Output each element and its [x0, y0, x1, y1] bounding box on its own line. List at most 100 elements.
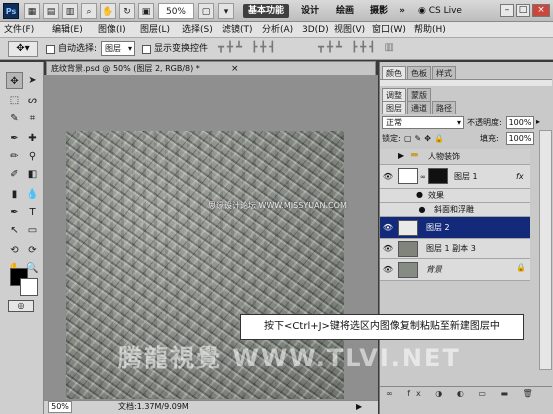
- layers-scrollbar[interactable]: [539, 130, 552, 370]
- document-tab-close-icon[interactable]: ×: [231, 63, 239, 75]
- tab-adjustments[interactable]: 调整: [382, 88, 406, 101]
- tab-color[interactable]: 颜色: [382, 66, 406, 79]
- tab-masks[interactable]: 蒙版: [407, 88, 431, 101]
- status-arrow-icon[interactable]: ▶: [356, 402, 362, 411]
- zoom-input[interactable]: 50%: [48, 401, 72, 413]
- minimize-button[interactable]: –: [500, 4, 514, 17]
- menu-filter[interactable]: 滤镜(T): [222, 23, 253, 37]
- move-tool-icon[interactable]: ✥: [6, 72, 23, 89]
- background-color[interactable]: [20, 278, 38, 296]
- menu-select[interactable]: 选择(S): [182, 23, 213, 37]
- tab-channels[interactable]: 通道: [407, 101, 431, 114]
- extras-icon[interactable]: ▾: [218, 3, 234, 19]
- arrange-icon[interactable]: ▣: [138, 3, 154, 19]
- menu-image[interactable]: 图像(I): [98, 23, 126, 37]
- clone-stamp-icon[interactable]: ⚲: [24, 148, 41, 165]
- menu-window[interactable]: 窗口(W): [372, 23, 406, 37]
- eye-icon[interactable]: ●: [416, 204, 428, 216]
- workspace-paint[interactable]: 绘画: [330, 4, 360, 18]
- marquee-tool-icon[interactable]: ⬚: [6, 92, 23, 109]
- eraser-icon[interactable]: ◧: [24, 166, 41, 183]
- bridge-icon[interactable]: ▦: [24, 3, 40, 19]
- path-select-icon[interactable]: ↖: [6, 222, 23, 239]
- layer-1[interactable]: 👁 ∞ 图层 1 fx: [380, 165, 530, 189]
- lock-icons[interactable]: ▢✎✥🔒: [404, 133, 447, 144]
- tab-swatches[interactable]: 色板: [407, 66, 431, 79]
- menu-view[interactable]: 视图(V): [334, 23, 365, 37]
- workspace-photo[interactable]: 摄影: [364, 4, 394, 18]
- expand-arrow-icon[interactable]: ▶: [398, 151, 404, 160]
- opacity-input[interactable]: 100%: [506, 116, 534, 129]
- hand-icon[interactable]: ✋: [100, 3, 116, 19]
- menu-layer[interactable]: 图层(L): [140, 23, 170, 37]
- layer-name: 人物装饰: [428, 152, 460, 161]
- restore-button[interactable]: □: [516, 4, 530, 17]
- move-arrow-icon[interactable]: ➤: [24, 72, 41, 89]
- menu-file[interactable]: 文件(F): [4, 23, 34, 37]
- layer-group-people[interactable]: ▶ ▬ 人物装饰: [380, 149, 530, 165]
- layer-name: 图层 1: [454, 172, 478, 181]
- layers-footer-buttons[interactable]: ∞ fx ◑ ◐ ▭ ▬ 🗑: [380, 386, 552, 400]
- document-tab-title: 底纹背景.psd @ 50% (图层 2, RGB/8) *: [51, 64, 200, 73]
- fx-icon[interactable]: fx: [516, 170, 524, 184]
- menu-3d[interactable]: 3D(D): [302, 23, 329, 37]
- blend-mode-value: 正常: [386, 118, 402, 127]
- layer-2[interactable]: 👁 图层 2: [380, 217, 530, 239]
- tab-layers[interactable]: 图层: [382, 101, 406, 114]
- effects-header[interactable]: ● 效果: [380, 189, 530, 203]
- pen-tool-icon[interactable]: ✒: [6, 204, 23, 221]
- blend-mode-select[interactable]: 正常 ▾: [382, 116, 464, 129]
- menu-edit[interactable]: 编辑(E): [52, 23, 83, 37]
- show-transform-checkbox[interactable]: [142, 45, 151, 54]
- effect-bevel-emboss[interactable]: ● 斜面和浮雕: [380, 203, 530, 217]
- tool-preset-picker[interactable]: ✥▾: [8, 41, 38, 57]
- tab-styles[interactable]: 样式: [432, 66, 456, 79]
- minibridge-icon[interactable]: ▤: [43, 3, 59, 19]
- crop-tool-icon[interactable]: ⌗: [24, 110, 41, 127]
- auto-select-dropdown[interactable]: 图层 ▾: [101, 41, 135, 56]
- brush-tool-icon[interactable]: ✏: [6, 148, 23, 165]
- type-tool-icon[interactable]: T: [24, 204, 41, 221]
- layer-1-copy-3[interactable]: 👁 图层 1 副本 3: [380, 239, 530, 259]
- eye-icon[interactable]: 👁: [382, 243, 394, 255]
- zoom-icon[interactable]: ⌕: [81, 3, 97, 19]
- lasso-tool-icon[interactable]: ᔕ: [24, 92, 41, 109]
- cs-live-label: CS Live: [428, 6, 462, 16]
- more-workspaces-icon[interactable]: »: [396, 4, 408, 18]
- quick-mask-icon[interactable]: ◎: [8, 300, 34, 312]
- screen-mode-icon[interactable]: ▢: [198, 3, 214, 19]
- eye-icon[interactable]: [382, 151, 394, 163]
- fill-input[interactable]: 100%: [506, 132, 534, 145]
- shape-tool-icon[interactable]: ▭: [24, 222, 41, 239]
- menu-help[interactable]: 帮助(H): [414, 23, 446, 37]
- eye-icon[interactable]: 👁: [382, 171, 394, 183]
- 3d-rotate-icon[interactable]: ⟲: [6, 242, 23, 259]
- distribute-buttons[interactable]: ┳╋┻ ┣╋┫ ▥: [318, 42, 397, 53]
- quick-select-icon[interactable]: ✎: [6, 110, 23, 127]
- healing-brush-icon[interactable]: ✚: [24, 130, 41, 147]
- close-button[interactable]: ×: [532, 4, 550, 17]
- 3d-camera-icon[interactable]: ⟳: [24, 242, 41, 259]
- menu-analysis[interactable]: 分析(A): [262, 23, 293, 37]
- eye-icon[interactable]: 👁: [382, 222, 394, 234]
- opacity-chevron-icon[interactable]: ▸: [536, 117, 540, 126]
- layer-name: 图层 2: [426, 223, 450, 232]
- history-brush-icon[interactable]: ✐: [6, 166, 23, 183]
- workspace-design[interactable]: 设计: [295, 4, 325, 18]
- effect-name: 斜面和浮雕: [434, 205, 474, 214]
- auto-select-checkbox[interactable]: [46, 45, 55, 54]
- rotate-icon[interactable]: ↻: [119, 3, 135, 19]
- document-tab[interactable]: 底纹背景.psd @ 50% (图层 2, RGB/8) * ×: [46, 61, 376, 75]
- guides-icon[interactable]: ▥: [62, 3, 78, 19]
- tab-paths[interactable]: 路径: [432, 101, 456, 114]
- eyedropper-icon[interactable]: ✒: [6, 130, 23, 147]
- layer-mask-thumbnail[interactable]: [428, 168, 448, 184]
- blur-tool-icon[interactable]: 💧: [24, 186, 41, 203]
- gradient-icon[interactable]: ▮: [6, 186, 23, 203]
- workspace-basic[interactable]: 基本功能: [243, 4, 289, 18]
- align-buttons[interactable]: ┳╋┻ ┣╋┫: [218, 42, 278, 53]
- zoom-level-select[interactable]: 50%: [158, 3, 194, 19]
- layer-background[interactable]: 👁 背景 🔒: [380, 259, 530, 281]
- cs-live[interactable]: ◉ CS Live: [418, 4, 462, 18]
- eye-icon[interactable]: 👁: [382, 264, 394, 276]
